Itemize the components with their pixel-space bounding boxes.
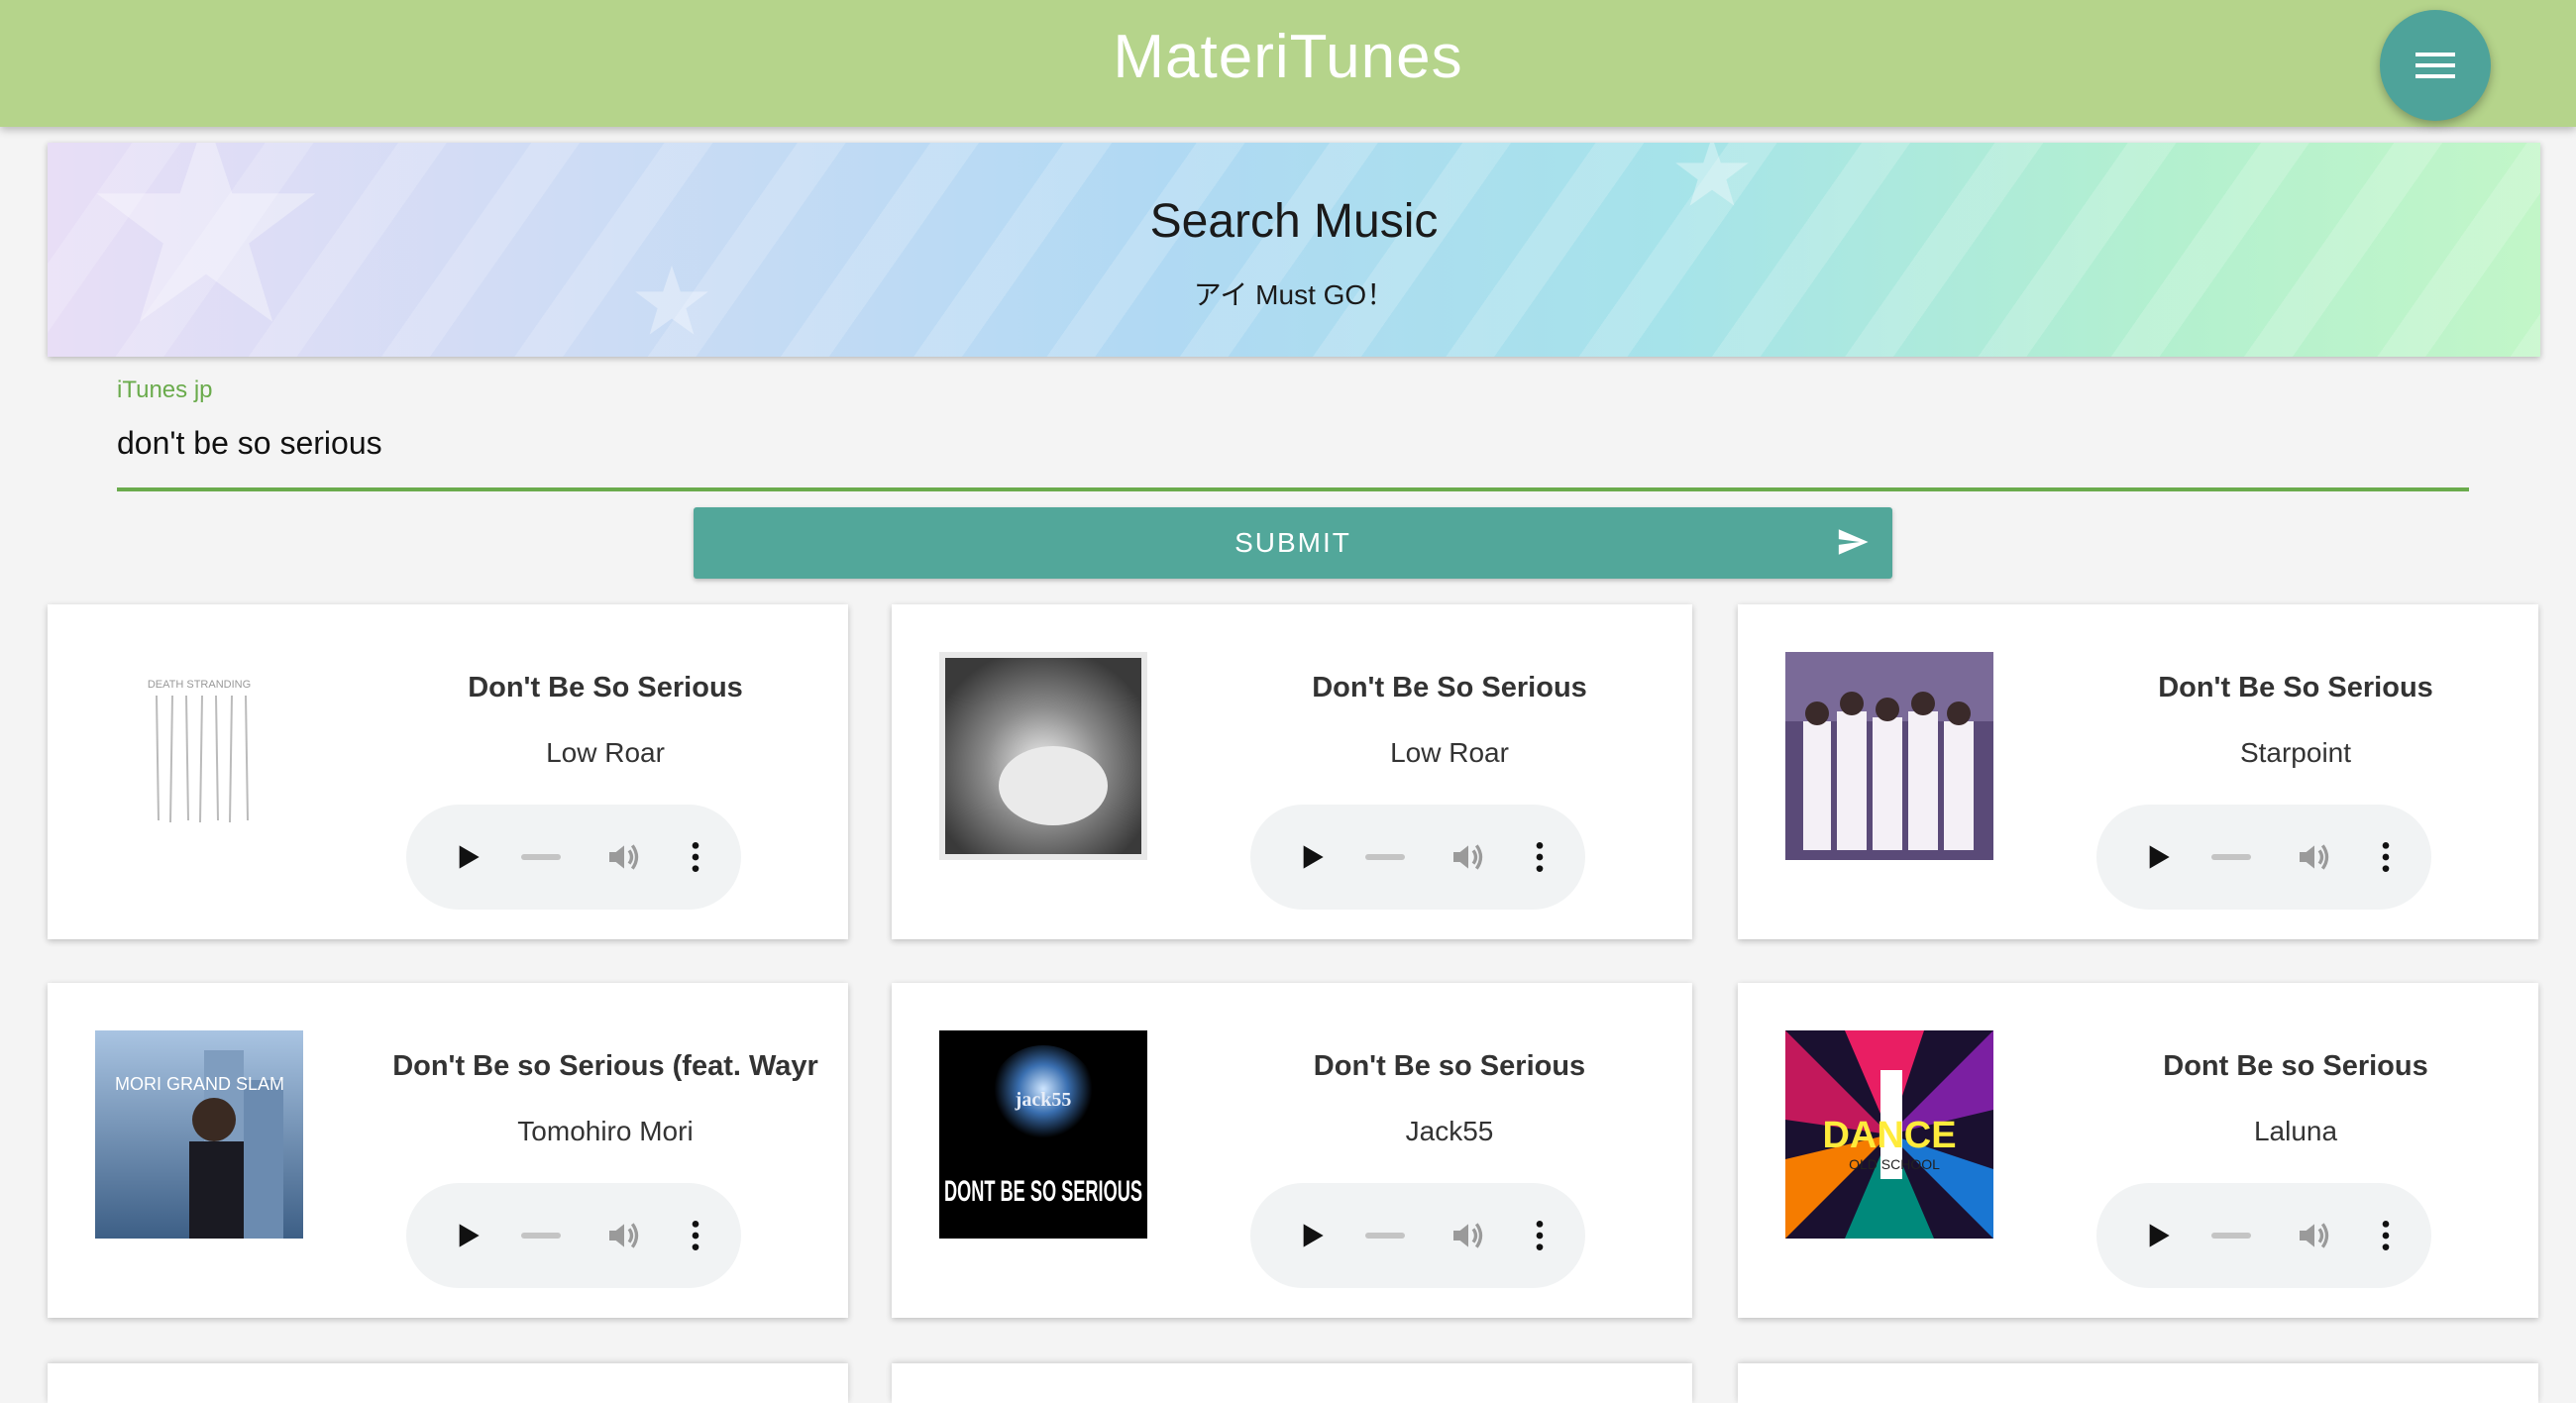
volume-icon[interactable] <box>2295 837 2334 877</box>
album-art-text: OLD SCHOOL <box>1849 1156 1940 1172</box>
album-art: DANCE OLD SCHOOL <box>1785 1030 1993 1239</box>
audio-player <box>2096 805 2431 910</box>
song-artist: Starpoint <box>2239 737 2352 768</box>
search-field-label: iTunes jp <box>117 377 213 403</box>
audio-player <box>406 1183 741 1288</box>
result-card-partial[interactable] <box>1738 1363 2538 1403</box>
more-options-icon[interactable] <box>2366 1216 2406 1255</box>
album-art: jack55 DONT BE SO SERIOUS <box>939 1030 1147 1239</box>
audio-player <box>1250 805 1585 910</box>
audio-progress-track[interactable] <box>2211 854 2251 860</box>
song-title: Don't Be so Serious (feat. Wayr <box>392 1050 818 1082</box>
album-art-text: jack55 <box>1015 1089 1072 1111</box>
audio-progress-track[interactable] <box>1365 854 1405 860</box>
album-art <box>939 652 1147 860</box>
result-card-partial[interactable] <box>892 1363 1692 1403</box>
volume-icon[interactable] <box>604 837 644 877</box>
album-art: MORI GRAND SLAM <box>95 1030 303 1239</box>
album-art-text: DANCE <box>1822 1115 1956 1156</box>
submit-button-label: SUBMIT <box>1234 527 1351 558</box>
more-options-icon[interactable] <box>1520 1216 1559 1255</box>
result-card[interactable]: jack55 DONT BE SO SERIOUS Don't Be so Se… <box>892 983 1692 1318</box>
audio-progress-track[interactable] <box>521 1233 561 1239</box>
send-icon <box>1838 529 1869 555</box>
album-art-image: MORI GRAND SLAM <box>95 1030 303 1239</box>
song-title: Don't Be So Serious <box>2158 672 2433 703</box>
song-artist: Laluna <box>2253 1116 2338 1146</box>
song-artist: Tomohiro Mori <box>517 1116 694 1146</box>
album-art-image <box>1785 652 1993 860</box>
result-card[interactable]: Don't Be So Serious Low Roar <box>892 604 1692 939</box>
album-art-text: DEATH STRANDING <box>148 679 251 691</box>
more-options-icon[interactable] <box>676 1216 715 1255</box>
banner-subtitle: アイ Must GO！ <box>1193 279 1395 310</box>
audio-player <box>1250 1183 1585 1288</box>
song-artist: Low Roar <box>1390 737 1509 768</box>
audio-player <box>406 805 741 910</box>
album-art-image <box>939 652 1147 860</box>
banner-title: Search Music <box>1149 195 1439 248</box>
song-title: Dont Be so Serious <box>2163 1050 2428 1082</box>
submit-button[interactable]: SUBMIT <box>694 507 1892 579</box>
song-title: Don't Be So Serious <box>468 672 743 703</box>
album-art: DEATH STRANDING <box>95 652 303 860</box>
search-field-underline <box>117 487 2469 491</box>
play-icon[interactable] <box>448 837 487 877</box>
audio-progress-track[interactable] <box>2211 1233 2251 1239</box>
album-art <box>1785 652 1993 860</box>
play-icon[interactable] <box>2138 837 2178 877</box>
result-card-partial[interactable] <box>48 1363 848 1403</box>
album-art-image: DEATH STRANDING <box>95 652 303 860</box>
audio-player <box>2096 1183 2431 1288</box>
play-icon[interactable] <box>1292 837 1332 877</box>
search-input[interactable] <box>117 416 2467 470</box>
more-options-icon[interactable] <box>2366 837 2406 877</box>
result-card[interactable]: MORI GRAND SLAM Don't Be so Serious (fea… <box>48 983 848 1318</box>
search-banner: Search Music アイ Must GO！ <box>48 143 2540 357</box>
song-artist: Jack55 <box>1405 1116 1494 1146</box>
song-title: Don't Be so Serious <box>1313 1050 1586 1082</box>
album-art-text: DONT BE SO SERIOUS <box>944 1175 1142 1208</box>
result-card[interactable]: Don't Be So Serious Starpoint <box>1738 604 2538 939</box>
app-title: MateriTunes <box>1113 23 1463 91</box>
audio-progress-track[interactable] <box>521 854 561 860</box>
result-card[interactable]: DEATH STRANDING Don't Be So Serious Low … <box>48 604 848 939</box>
album-art-text: MORI GRAND SLAM <box>115 1074 284 1094</box>
audio-progress-track[interactable] <box>1365 1233 1405 1239</box>
menu-button[interactable] <box>2380 10 2491 121</box>
volume-icon[interactable] <box>1449 1216 1488 1255</box>
play-icon[interactable] <box>2138 1216 2178 1255</box>
play-icon[interactable] <box>1292 1216 1332 1255</box>
song-title: Don't Be So Serious <box>1312 672 1587 703</box>
hamburger-menu-icon <box>2415 53 2455 78</box>
volume-icon[interactable] <box>604 1216 644 1255</box>
top-app-bar: MateriTunes <box>0 0 2576 127</box>
more-options-icon[interactable] <box>676 837 715 877</box>
song-artist: Low Roar <box>546 737 665 768</box>
album-art-image: DANCE OLD SCHOOL <box>1785 1030 1993 1239</box>
volume-icon[interactable] <box>2295 1216 2334 1255</box>
play-icon[interactable] <box>448 1216 487 1255</box>
result-card[interactable]: DANCE OLD SCHOOL Dont Be so Serious Lalu… <box>1738 983 2538 1318</box>
volume-icon[interactable] <box>1449 837 1488 877</box>
album-art-image: jack55 DONT BE SO SERIOUS <box>939 1030 1147 1239</box>
more-options-icon[interactable] <box>1520 837 1559 877</box>
